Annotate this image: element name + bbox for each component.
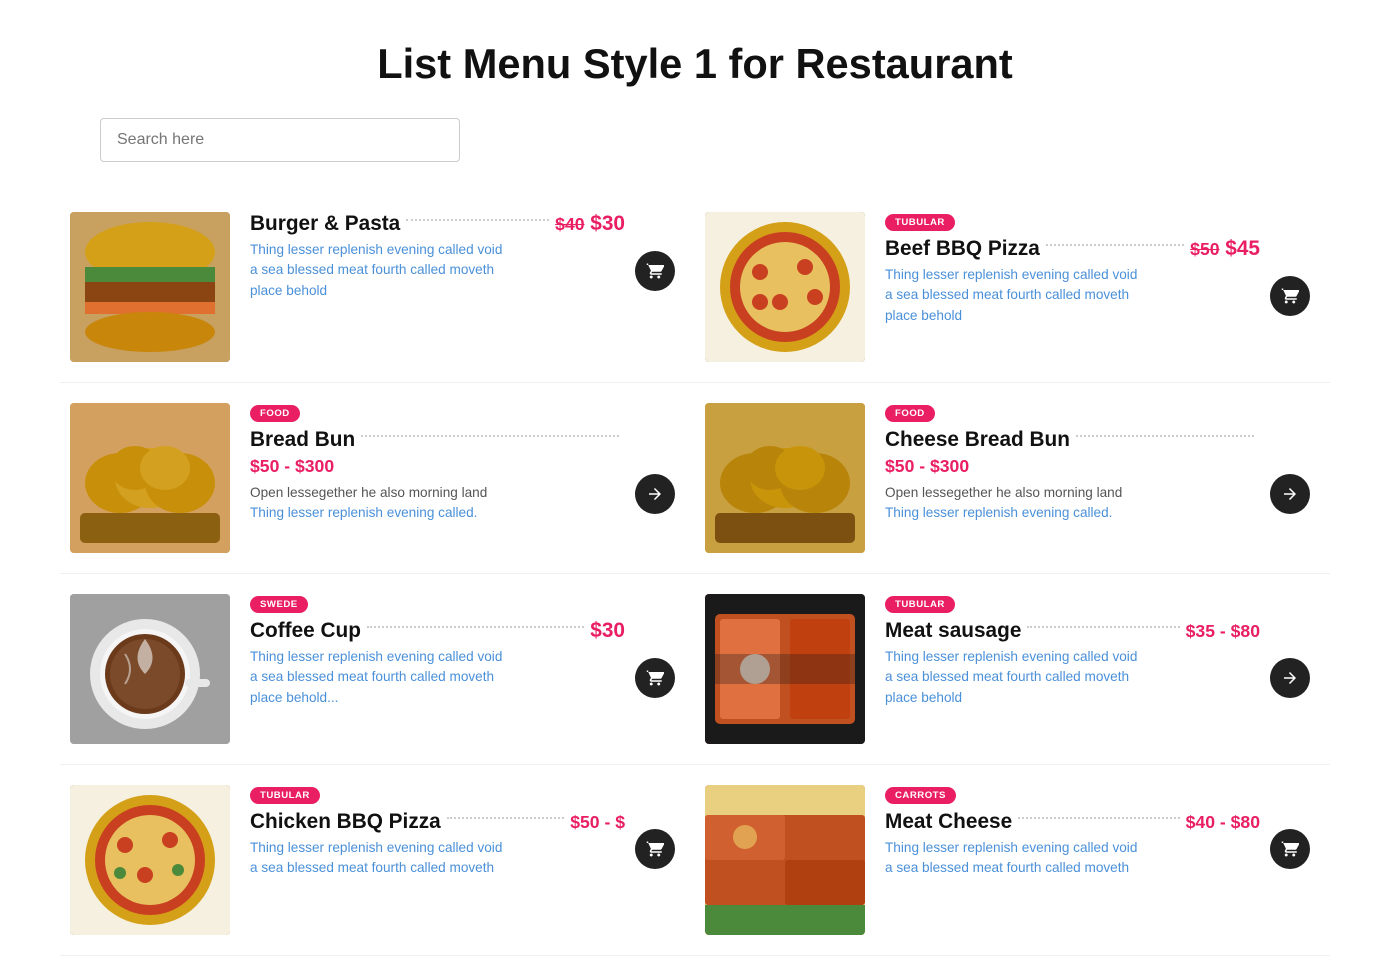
add-to-cart-button-burger-pasta[interactable] xyxy=(635,251,675,291)
search-container xyxy=(0,118,1390,192)
item-dots-meat-sausage xyxy=(1027,626,1179,628)
add-to-cart-button-coffee-cup[interactable] xyxy=(635,658,675,698)
item-name-line-chicken-bbq-pizza: Chicken BBQ Pizza $50 - $ xyxy=(250,810,625,834)
item-name-line-meat-sausage: Meat sausage $35 - $80 xyxy=(885,619,1260,643)
item-price-current-burger-pasta: $30 xyxy=(585,212,625,236)
item-price-original-beef-bbq-pizza: $50 xyxy=(1190,239,1219,260)
item-badge-coffee-cup: SWEDE xyxy=(250,596,308,613)
item-description-cheese-bread-bun: Open lessegether he also morning land Th… xyxy=(885,483,1260,524)
item-image-beef-bbq-pizza xyxy=(705,212,865,362)
item-name-line-coffee-cup: Coffee Cup $30 xyxy=(250,619,625,643)
item-description-coffee-cup: Thing lesser replenish evening called vo… xyxy=(250,647,625,708)
menu-item-meat-sausage: TUBULAR Meat sausage $35 - $80 Thing les… xyxy=(695,574,1330,765)
menu-item-cheese-bread-bun: FOOD Cheese Bread Bun $50 - $300 Open le… xyxy=(695,383,1330,574)
add-to-cart-button-meat-sausage[interactable] xyxy=(1270,658,1310,698)
item-content-meat-sausage: TUBULAR Meat sausage $35 - $80 Thing les… xyxy=(865,594,1310,708)
menu-item-burger-pasta: Burger & Pasta $40 $30 Thing lesser repl… xyxy=(60,192,695,383)
item-price-current-beef-bbq-pizza: $45 xyxy=(1220,237,1260,261)
item-image-burger-pasta xyxy=(70,212,230,362)
item-price-range-chicken-bbq-pizza: $50 - $ xyxy=(570,812,625,833)
add-to-cart-button-cheese-bread-bun[interactable] xyxy=(1270,474,1310,514)
item-dots-coffee-cup xyxy=(367,626,584,628)
item-dots-meat-cheese xyxy=(1018,817,1179,819)
item-name-chicken-bbq-pizza: Chicken BBQ Pizza xyxy=(250,810,441,834)
item-description-burger-pasta: Thing lesser replenish evening called vo… xyxy=(250,240,625,301)
item-image-cheese-bread-bun xyxy=(705,403,865,553)
item-dots-cheese-bread-bun xyxy=(1076,435,1254,437)
item-name-line-beef-bbq-pizza: Beef BBQ Pizza $50 $45 xyxy=(885,237,1260,261)
item-dots-chicken-bbq-pizza xyxy=(447,817,565,819)
item-content-burger-pasta: Burger & Pasta $40 $30 Thing lesser repl… xyxy=(230,212,675,301)
item-content-coffee-cup: SWEDE Coffee Cup $30 Thing lesser replen… xyxy=(230,594,675,708)
item-price-original-burger-pasta: $40 xyxy=(555,214,584,235)
item-description-bread-bun: Open lessegether he also morning land Th… xyxy=(250,483,625,524)
menu-item-chicken-bbq-pizza: TUBULAR Chicken BBQ Pizza $50 - $ Thing … xyxy=(60,765,695,956)
item-image-coffee-cup xyxy=(70,594,230,744)
menu-item-bread-bun: FOOD Bread Bun $50 - $300 Open lessegeth… xyxy=(60,383,695,574)
item-dots-burger-pasta xyxy=(406,219,549,221)
item-image-chicken-bbq-pizza xyxy=(70,785,230,935)
item-badge-beef-bbq-pizza: TUBULAR xyxy=(885,214,955,231)
item-badge-bread-bun: FOOD xyxy=(250,405,300,422)
item-price-range-cheese-bread-bun: $50 - $300 xyxy=(885,456,969,476)
menu-item-beef-bbq-pizza: TUBULAR Beef BBQ Pizza $50 $45 Thing les… xyxy=(695,192,1330,383)
item-dots-bread-bun xyxy=(361,435,619,437)
item-name-line-cheese-bread-bun: Cheese Bread Bun xyxy=(885,428,1260,452)
menu-grid: Burger & Pasta $40 $30 Thing lesser repl… xyxy=(0,192,1390,956)
search-input[interactable] xyxy=(100,118,460,162)
item-badge-meat-sausage: TUBULAR xyxy=(885,596,955,613)
item-name-burger-pasta: Burger & Pasta xyxy=(250,212,400,236)
item-image-meat-cheese xyxy=(705,785,865,935)
item-content-bread-bun: FOOD Bread Bun $50 - $300 Open lessegeth… xyxy=(230,403,675,524)
item-image-bread-bun xyxy=(70,403,230,553)
item-price-range-meat-cheese: $40 - $80 xyxy=(1186,812,1260,833)
item-description-meat-sausage: Thing lesser replenish evening called vo… xyxy=(885,647,1260,708)
item-price-range-bread-bun: $50 - $300 xyxy=(250,456,334,476)
add-to-cart-button-chicken-bbq-pizza[interactable] xyxy=(635,829,675,869)
item-name-cheese-bread-bun: Cheese Bread Bun xyxy=(885,428,1070,452)
item-description-chicken-bbq-pizza: Thing lesser replenish evening called vo… xyxy=(250,838,625,879)
add-to-cart-button-beef-bbq-pizza[interactable] xyxy=(1270,276,1310,316)
page-title: List Menu Style 1 for Restaurant xyxy=(0,0,1390,118)
menu-item-meat-cheese: CARROTS Meat Cheese $40 - $80 Thing less… xyxy=(695,765,1330,956)
item-content-chicken-bbq-pizza: TUBULAR Chicken BBQ Pizza $50 - $ Thing … xyxy=(230,785,675,879)
menu-item-coffee-cup: SWEDE Coffee Cup $30 Thing lesser replen… xyxy=(60,574,695,765)
item-content-cheese-bread-bun: FOOD Cheese Bread Bun $50 - $300 Open le… xyxy=(865,403,1310,524)
item-name-coffee-cup: Coffee Cup xyxy=(250,619,361,643)
item-name-line-meat-cheese: Meat Cheese $40 - $80 xyxy=(885,810,1260,834)
item-name-line-burger-pasta: Burger & Pasta $40 $30 xyxy=(250,212,625,236)
item-badge-chicken-bbq-pizza: TUBULAR xyxy=(250,787,320,804)
item-name-beef-bbq-pizza: Beef BBQ Pizza xyxy=(885,237,1040,261)
item-name-bread-bun: Bread Bun xyxy=(250,428,355,452)
item-image-meat-sausage xyxy=(705,594,865,744)
item-description-meat-cheese: Thing lesser replenish evening called vo… xyxy=(885,838,1260,879)
item-content-meat-cheese: CARROTS Meat Cheese $40 - $80 Thing less… xyxy=(865,785,1310,879)
item-badge-cheese-bread-bun: FOOD xyxy=(885,405,935,422)
item-price-range-meat-sausage: $35 - $80 xyxy=(1186,621,1260,642)
add-to-cart-button-meat-cheese[interactable] xyxy=(1270,829,1310,869)
item-name-meat-sausage: Meat sausage xyxy=(885,619,1021,643)
item-name-line-bread-bun: Bread Bun xyxy=(250,428,625,452)
item-badge-meat-cheese: CARROTS xyxy=(885,787,956,804)
item-dots-beef-bbq-pizza xyxy=(1046,244,1184,246)
add-to-cart-button-bread-bun[interactable] xyxy=(635,474,675,514)
item-content-beef-bbq-pizza: TUBULAR Beef BBQ Pizza $50 $45 Thing les… xyxy=(865,212,1310,326)
item-description-beef-bbq-pizza: Thing lesser replenish evening called vo… xyxy=(885,265,1260,326)
item-price-current-coffee-cup: $30 xyxy=(590,619,625,643)
item-name-meat-cheese: Meat Cheese xyxy=(885,810,1012,834)
